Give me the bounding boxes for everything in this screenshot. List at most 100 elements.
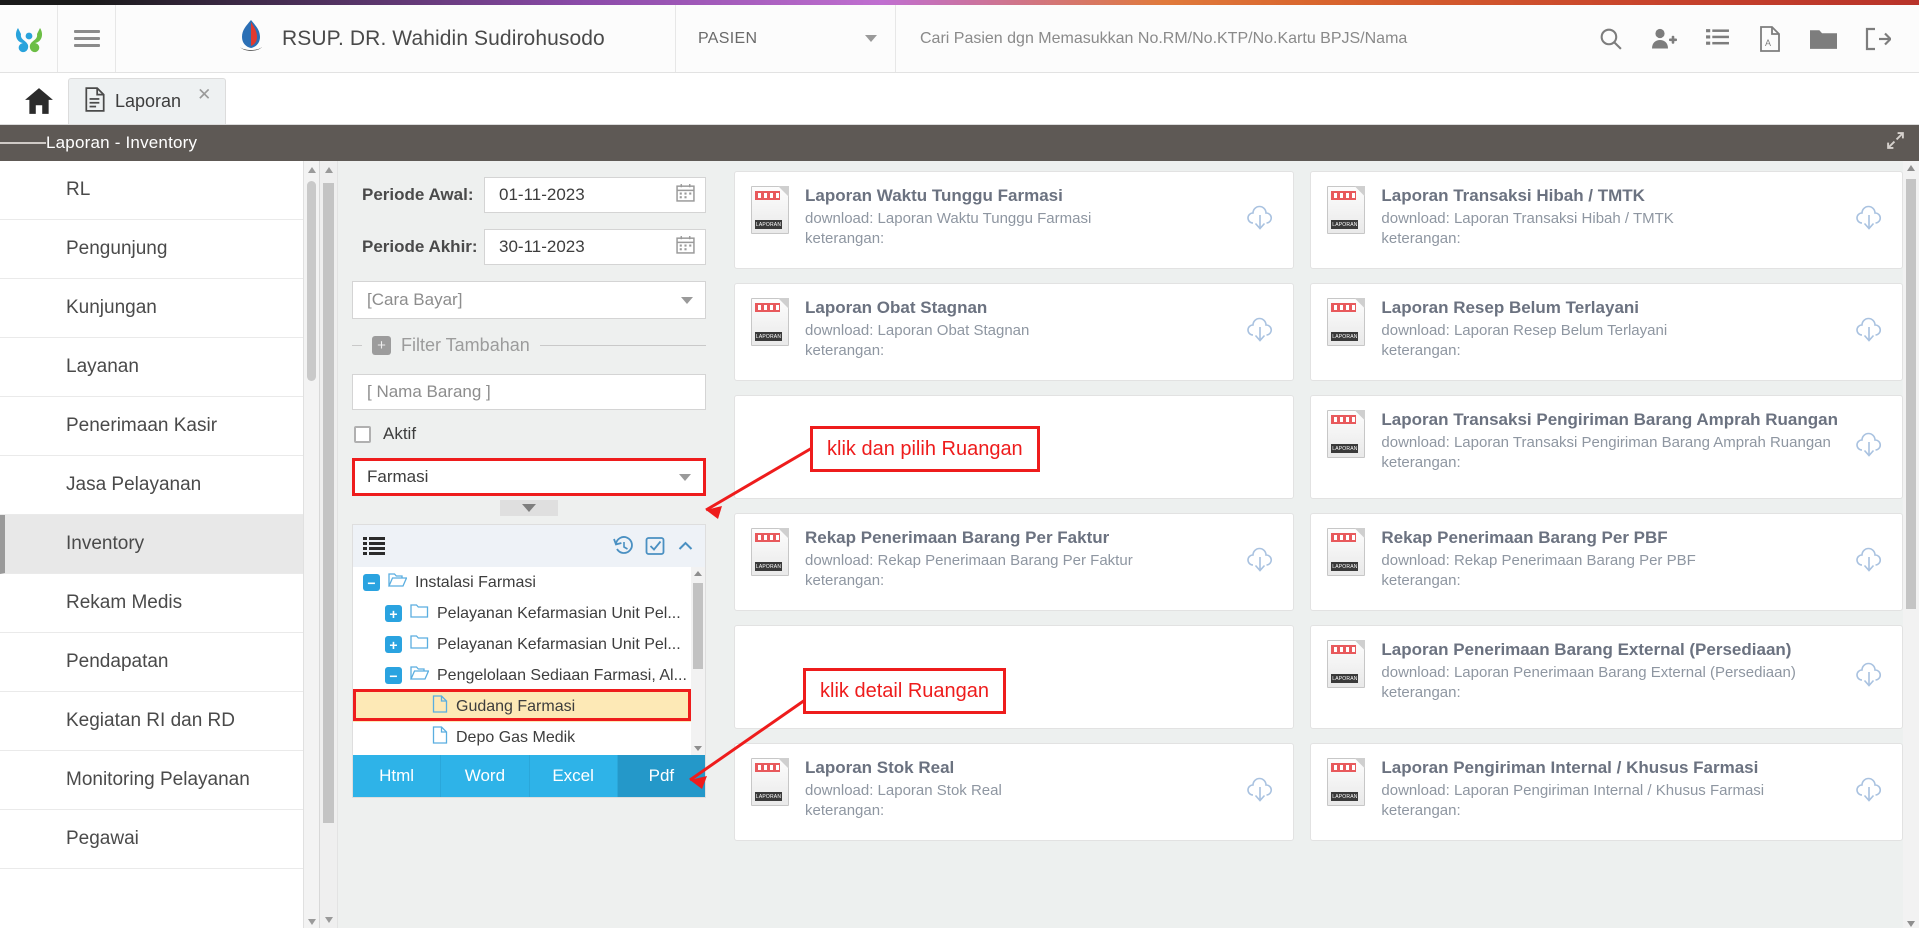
report-keterangan: keterangan: [805,342,885,359]
sidebar-item-kunjungan[interactable]: Kunjungan [0,279,319,338]
report-card[interactable]: LAPORAN Laporan Stok Real download: Lapo… [734,743,1295,841]
report-card[interactable]: LAPORAN Laporan Resep Belum Terlayani do… [1310,283,1903,381]
cloud-download-icon[interactable] [1854,316,1884,349]
sidebar-item-pendapatan[interactable]: Pendapatan [0,633,319,692]
sidebar-item-monitoring-pelayanan[interactable]: Monitoring Pelayanan [0,751,319,810]
scroll-up-arrow-icon[interactable] [325,167,333,173]
tree-node-pengelolaan-sediaan-farmasi[interactable]: − Pengelolaan Sediaan Farmasi, Al... [353,660,705,691]
pdf-icon[interactable]: A [1758,25,1782,52]
scroll-up-arrow-icon[interactable] [308,167,316,173]
history-undo-icon[interactable] [613,536,635,556]
report-list-scrollbar[interactable] [1903,161,1919,928]
periode-awal-input[interactable]: 01-11-2023 [484,177,706,213]
sidebar-item-rl[interactable]: RL [0,161,319,220]
sidebar-scrollbar[interactable] [303,161,319,928]
leaf-node-spacer [407,698,424,715]
module-hamburger-icon[interactable] [0,139,46,147]
calendar-icon[interactable] [676,183,695,207]
cloud-download-icon[interactable] [1854,204,1884,237]
chevron-up-icon[interactable] [676,537,695,555]
tab-laporan[interactable]: Laporan ✕ [68,78,227,124]
scroll-up-arrow-icon[interactable] [1907,165,1915,171]
report-card[interactable]: LAPORAN Laporan Transaksi Pengiriman Bar… [1310,395,1903,499]
tree-node-depo-gas-medik[interactable]: Depo Gas Medik [353,722,705,753]
sidebar-item-kegiatan-ri-dan-rd[interactable]: Kegiatan RI dan RD [0,692,319,751]
simgos-logo-icon[interactable] [0,5,58,72]
report-card[interactable]: LAPORAN Rekap Penerimaan Barang Per Fakt… [734,513,1295,611]
format-button-pdf[interactable]: Pdf [617,755,705,797]
cara-bayar-select[interactable]: [Cara Bayar] [352,281,706,319]
cloud-download-icon[interactable] [1854,546,1884,579]
format-button-word[interactable]: Word [441,755,530,797]
scroll-down-arrow-icon[interactable] [694,746,702,751]
patient-mode-select[interactable]: PASIEN [676,5,896,72]
tree-node-gudang-farmasi[interactable]: Gudang Farmasi [353,691,705,722]
tree-node-pelayanan-kefarmasian-2[interactable]: + Pelayanan Kefarmasian Unit Pel... [353,629,705,660]
periode-akhir-label: Periode Akhir: [362,237,478,256]
search-icon[interactable] [1598,26,1623,51]
close-icon[interactable]: ✕ [197,85,211,105]
scrollbar-thumb[interactable] [693,583,703,669]
collapse-node-icon[interactable]: − [385,667,402,684]
sidebar-item-layanan[interactable]: Layanan [0,338,319,397]
cloud-download-icon[interactable] [1245,204,1275,237]
sidebar-item-jasa-pelayanan[interactable]: Jasa Pelayanan [0,456,319,515]
format-button-excel[interactable]: Excel [529,755,618,797]
sidebar-item-label: Kegiatan RI dan RD [66,710,235,731]
report-title: Laporan Stok Real [805,758,955,777]
tree-node-label: Depo Gas Medik [456,728,576,746]
check-square-icon[interactable] [645,536,666,556]
sidebar-item-rekam-medis[interactable]: Rekam Medis [0,574,319,633]
tree-scrollbar[interactable] [691,567,705,755]
scroll-up-arrow-icon[interactable] [694,571,702,576]
home-icon[interactable] [10,78,68,124]
cloud-download-icon[interactable] [1245,776,1275,809]
folder-icon[interactable] [1810,27,1837,50]
report-card[interactable]: LAPORAN Laporan Transaksi Hibah / TMTK d… [1310,171,1903,269]
add-user-icon[interactable] [1651,26,1677,51]
expand-node-icon[interactable]: + [385,636,402,653]
scroll-down-arrow-icon[interactable] [308,919,316,925]
cloud-download-icon[interactable] [1245,546,1275,579]
cloud-download-icon[interactable] [1245,316,1275,349]
chevron-down-icon[interactable] [500,500,558,516]
cloud-download-icon[interactable] [1854,431,1884,464]
plus-square-icon[interactable]: + [372,336,391,355]
expand-node-icon[interactable]: + [385,605,402,622]
format-button-html[interactable]: Html [353,755,442,797]
tree-collapse-handle[interactable] [352,500,706,516]
calendar-icon[interactable] [676,235,695,259]
cloud-download-icon[interactable] [1854,776,1884,809]
report-card[interactable]: LAPORAN Laporan Waktu Tunggu Farmasi dow… [734,171,1295,269]
report-card[interactable]: LAPORAN Rekap Penerimaan Barang Per PBF … [1310,513,1903,611]
list-lines-icon[interactable] [363,536,385,556]
hamburger-icon[interactable] [58,5,116,72]
report-card[interactable]: LAPORAN Laporan Obat Stagnan download: L… [734,283,1295,381]
scroll-down-arrow-icon[interactable] [1907,921,1915,927]
logout-icon[interactable] [1865,27,1891,51]
ruangan-select[interactable]: Farmasi [352,458,706,496]
scroll-down-arrow-icon[interactable] [325,917,333,923]
report-card[interactable]: LAPORAN Laporan Pengiriman Internal / Kh… [1310,743,1903,841]
tree-node-instalasi-farmasi[interactable]: − Instalasi Farmasi [353,567,705,598]
report-card[interactable]: LAPORAN Laporan Penerimaan Barang Extern… [1310,625,1903,729]
patient-search-field[interactable]: Cari Pasien dgn Memasukkan No.RM/No.KTP/… [896,5,1588,72]
cloud-download-icon[interactable] [1854,661,1884,694]
sidebar-item-inventory[interactable]: Inventory [0,515,319,574]
nama-barang-input[interactable]: [ Nama Barang ] [352,374,706,410]
list-icon[interactable] [1705,26,1730,51]
sidebar-item-penerimaan-kasir[interactable]: Penerimaan Kasir [0,397,319,456]
tree-node-pelayanan-kefarmasian-1[interactable]: + Pelayanan Kefarmasian Unit Pel... [353,598,705,629]
sidebar-item-pengunjung[interactable]: Pengunjung [0,220,319,279]
doc-icon-tag: LAPORAN [755,332,782,341]
report-title: Laporan Obat Stagnan [805,298,988,317]
periode-akhir-input[interactable]: 30-11-2023 [484,229,706,265]
scrollbar-thumb[interactable] [1906,179,1916,609]
filter-panel-scrollbar[interactable] [320,161,338,928]
scrollbar-thumb[interactable] [307,181,316,381]
sidebar-item-pegawai[interactable]: Pegawai [0,810,319,869]
expand-arrows-icon[interactable] [1886,131,1905,155]
collapse-node-icon[interactable]: − [363,574,380,591]
aktif-checkbox[interactable]: Aktif [352,424,706,444]
scrollbar-thumb[interactable] [323,183,334,823]
